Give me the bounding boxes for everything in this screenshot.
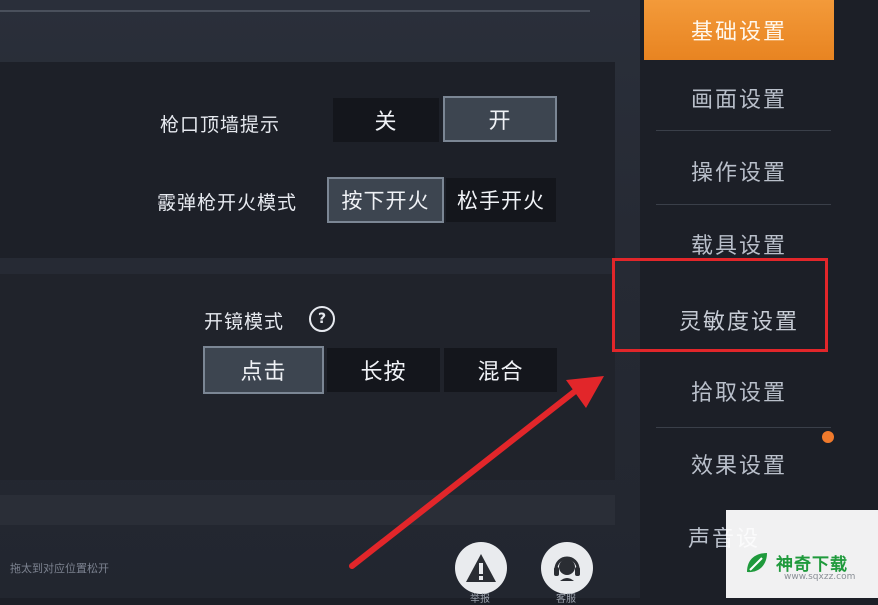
sidebar-divider bbox=[656, 130, 831, 131]
drag-hint-text: 拖太到对应位置松开 bbox=[10, 562, 109, 575]
muzzle-hint-label: 枪口顶墙提示 bbox=[160, 114, 281, 136]
headset-icon bbox=[554, 556, 580, 581]
help-icon[interactable]: ? bbox=[309, 306, 335, 332]
muzzle-hint-off-button[interactable]: 关 bbox=[333, 98, 439, 142]
watermark: 神奇下载 www.sqxzz.com bbox=[726, 510, 878, 598]
sidebar-item-effects[interactable]: 效果设置 bbox=[644, 434, 834, 494]
settings-panel-bottom bbox=[0, 495, 615, 525]
notification-dot bbox=[822, 431, 834, 443]
muzzle-hint-on-button[interactable]: 开 bbox=[443, 96, 557, 142]
scope-hold-button[interactable]: 长按 bbox=[327, 348, 440, 392]
report-button[interactable] bbox=[455, 542, 507, 594]
sidebar-item-controls[interactable]: 操作设置 bbox=[644, 141, 834, 201]
warning-icon bbox=[466, 554, 496, 582]
leaf-logo-icon bbox=[747, 553, 767, 573]
sensitivity-highlight-box bbox=[612, 258, 828, 352]
scope-mixed-button[interactable]: 混合 bbox=[444, 348, 557, 392]
release-fire-button[interactable]: 松手开火 bbox=[446, 178, 556, 222]
sidebar-divider bbox=[656, 427, 831, 428]
sidebar-item-basic[interactable]: 基础设置 bbox=[644, 0, 834, 60]
scope-tap-button[interactable]: 点击 bbox=[203, 346, 324, 394]
watermark-url: www.sqxzz.com bbox=[784, 572, 856, 582]
sidebar-item-pickup[interactable]: 拾取设置 bbox=[644, 361, 834, 421]
shotgun-fire-mode-label: 霰弹枪开火模式 bbox=[157, 192, 298, 214]
top-divider bbox=[0, 10, 590, 12]
scope-mode-label: 开镜模式 bbox=[204, 311, 285, 333]
press-fire-button[interactable]: 按下开火 bbox=[327, 177, 444, 223]
sidebar-divider bbox=[656, 204, 831, 205]
settings-panel-fire bbox=[0, 62, 615, 258]
support-button[interactable] bbox=[541, 542, 593, 594]
sidebar-item-graphics[interactable]: 画面设置 bbox=[644, 68, 834, 128]
